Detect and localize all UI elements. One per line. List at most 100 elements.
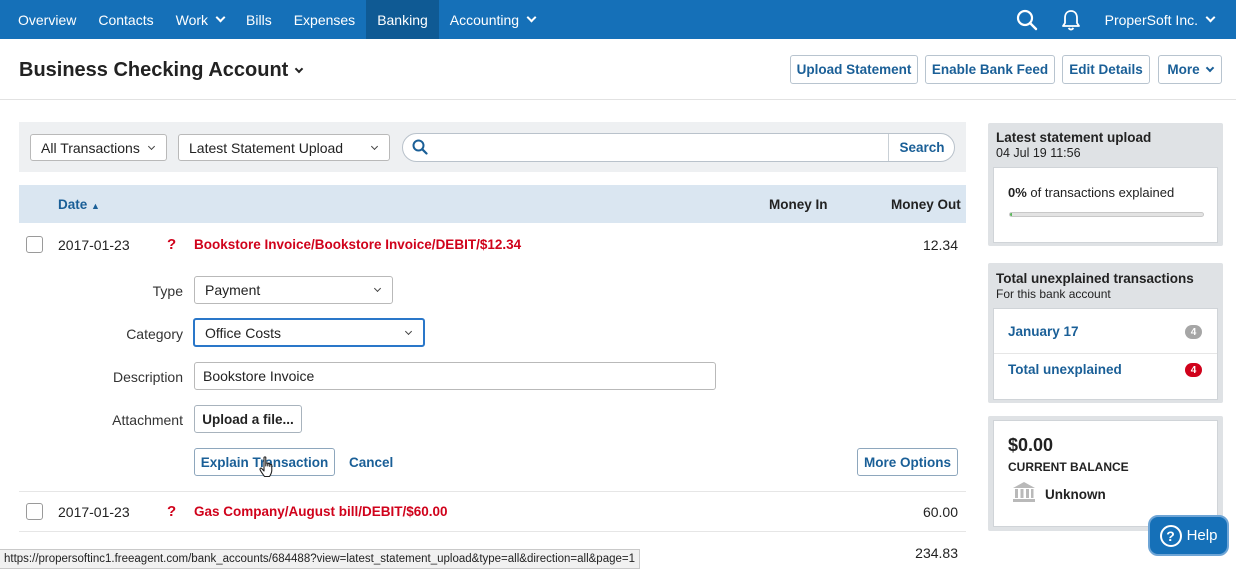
upload-statement-label: Upload Statement bbox=[796, 62, 912, 77]
bell-icon[interactable] bbox=[1049, 0, 1093, 39]
chevron-down-icon bbox=[370, 142, 379, 151]
more-label: More bbox=[1167, 62, 1200, 77]
nav-banking[interactable]: Banking bbox=[366, 0, 439, 39]
category-select[interactable]: Office Costs bbox=[193, 318, 425, 347]
sort-ascending-icon: ▲ bbox=[91, 201, 100, 211]
upload-statement-button[interactable]: Upload Statement bbox=[790, 55, 918, 84]
search-icon[interactable] bbox=[1005, 0, 1049, 39]
more-button[interactable]: More bbox=[1158, 55, 1222, 84]
count-badge: 4 bbox=[1185, 363, 1202, 377]
transaction-type-value: All Transactions bbox=[41, 139, 140, 156]
unexplained-panel: Total unexplained transactions For this … bbox=[988, 263, 1223, 403]
unexplained-icon: ? bbox=[167, 236, 177, 253]
transaction-description-link[interactable]: Gas Company/August bill/DEBIT/$60.00 bbox=[194, 504, 448, 519]
account-header: Business Checking Account Upload Stateme… bbox=[0, 39, 1236, 100]
unexplained-panel-title: Total unexplained transactions bbox=[996, 271, 1194, 286]
chevron-down-icon bbox=[373, 284, 382, 293]
date-column-header[interactable]: Date ▲ bbox=[58, 197, 100, 212]
nav-contacts-label: Contacts bbox=[98, 11, 154, 28]
money-in-column-header: Money In bbox=[769, 197, 828, 212]
help-button[interactable]: ? Help bbox=[1148, 515, 1229, 556]
nav-expenses[interactable]: Expenses bbox=[283, 0, 366, 39]
more-options-button[interactable]: More Options bbox=[857, 448, 958, 476]
balance-card: $0.00 CURRENT BALANCE Unknown bbox=[993, 420, 1218, 527]
explained-summary: 0% of transactions explained bbox=[1008, 185, 1174, 200]
type-value: Payment bbox=[205, 282, 261, 298]
nav-accounting[interactable]: Accounting bbox=[439, 0, 546, 39]
nav-overview-label: Overview bbox=[18, 11, 77, 28]
page-title-text: Business Checking Account bbox=[19, 59, 289, 81]
row-checkbox[interactable] bbox=[26, 503, 43, 520]
upload-file-button[interactable]: Upload a file... bbox=[194, 405, 302, 433]
count-badge: 4 bbox=[1185, 325, 1202, 339]
search-divider bbox=[888, 134, 889, 161]
unexplained-item-label: Total unexplained bbox=[1008, 362, 1122, 377]
nav-work[interactable]: Work bbox=[165, 0, 235, 39]
money-out-label: Money Out bbox=[891, 197, 961, 212]
upload-file-label: Upload a file... bbox=[202, 411, 294, 427]
transaction-type-select[interactable]: All Transactions bbox=[30, 134, 167, 161]
explained-text: of transactions explained bbox=[1030, 185, 1175, 200]
nav-bills-label: Bills bbox=[246, 11, 272, 28]
explained-percent: 0% bbox=[1008, 185, 1027, 200]
row-money-out: 234.83 bbox=[915, 545, 958, 561]
chevron-down-icon bbox=[215, 12, 226, 23]
top-nav: Overview Contacts Work Bills Expenses Ba… bbox=[0, 0, 1236, 39]
statement-progress-card: 0% of transactions explained bbox=[993, 167, 1218, 243]
type-label: Type bbox=[152, 283, 183, 299]
nav-banking-label: Banking bbox=[377, 11, 428, 28]
unexplained-icon: ? bbox=[167, 503, 177, 520]
balance-amount: $0.00 bbox=[1008, 435, 1054, 455]
statement-panel: Latest statement upload 04 Jul 19 11:56 … bbox=[988, 123, 1223, 246]
upload-filter-value: Latest Statement Upload bbox=[189, 139, 344, 156]
nav-overview[interactable]: Overview bbox=[0, 0, 87, 39]
search-button[interactable]: Search bbox=[890, 134, 954, 161]
row-date: 2017-01-23 bbox=[58, 237, 130, 253]
unexplained-item-january[interactable]: January 17 4 bbox=[994, 309, 1217, 354]
category-value: Office Costs bbox=[205, 324, 281, 341]
hand-cursor-icon bbox=[259, 456, 277, 483]
chevron-down-icon bbox=[147, 142, 156, 151]
chevron-down-icon bbox=[295, 64, 304, 74]
row-divider bbox=[19, 531, 966, 532]
category-label: Category bbox=[126, 326, 183, 342]
cancel-link[interactable]: Cancel bbox=[349, 455, 393, 470]
unexplained-item-total[interactable]: Total unexplained 4 bbox=[994, 354, 1217, 399]
description-field[interactable]: Bookstore Invoice bbox=[194, 362, 716, 390]
attachment-label: Attachment bbox=[112, 412, 183, 428]
statement-panel-title: Latest statement upload bbox=[996, 130, 1152, 145]
nav-bills[interactable]: Bills bbox=[235, 0, 283, 39]
transaction-description-link[interactable]: Bookstore Invoice/Bookstore Invoice/DEBI… bbox=[194, 237, 521, 252]
upload-filter-select[interactable]: Latest Statement Upload bbox=[178, 134, 390, 161]
money-out-column-header: Money Out bbox=[891, 197, 961, 212]
enable-bank-feed-button[interactable]: Enable Bank Feed bbox=[925, 55, 1055, 84]
unexplained-panel-subtitle: For this bank account bbox=[996, 287, 1111, 301]
row-date: 2017-01-23 bbox=[58, 504, 130, 520]
nav-work-label: Work bbox=[175, 11, 209, 28]
more-options-label: More Options bbox=[864, 454, 951, 470]
edit-details-button[interactable]: Edit Details bbox=[1062, 55, 1150, 84]
type-select[interactable]: Payment bbox=[194, 276, 393, 304]
page-title[interactable]: Business Checking Account bbox=[19, 59, 304, 82]
statement-timestamp: 04 Jul 19 11:56 bbox=[996, 146, 1081, 160]
nav-contacts[interactable]: Contacts bbox=[87, 0, 164, 39]
row-divider bbox=[19, 491, 966, 492]
row-checkbox[interactable] bbox=[26, 236, 43, 253]
nav-accounting-label: Accounting bbox=[449, 11, 520, 28]
search-button-label: Search bbox=[899, 140, 945, 155]
balance-panel: $0.00 CURRENT BALANCE Unknown bbox=[988, 416, 1223, 531]
question-icon: ? bbox=[1159, 524, 1182, 547]
bank-icon bbox=[1012, 481, 1036, 506]
search-input[interactable]: Search bbox=[402, 133, 955, 162]
row-money-out: 12.34 bbox=[922, 237, 958, 253]
unexplained-item-label: January 17 bbox=[1008, 324, 1079, 339]
nav-expenses-label: Expenses bbox=[293, 11, 356, 28]
search-icon bbox=[412, 139, 428, 158]
table-header: Date ▲ Money In Money Out bbox=[19, 185, 966, 223]
balance-label: CURRENT BALANCE bbox=[1008, 460, 1129, 474]
company-menu[interactable]: ProperSoft Inc. bbox=[1093, 0, 1236, 39]
chevron-down-icon bbox=[1205, 12, 1216, 23]
bank-name: Unknown bbox=[1045, 487, 1106, 502]
unexplained-list: January 17 4 Total unexplained 4 bbox=[993, 308, 1218, 400]
enable-bank-feed-label: Enable Bank Feed bbox=[931, 62, 1049, 77]
